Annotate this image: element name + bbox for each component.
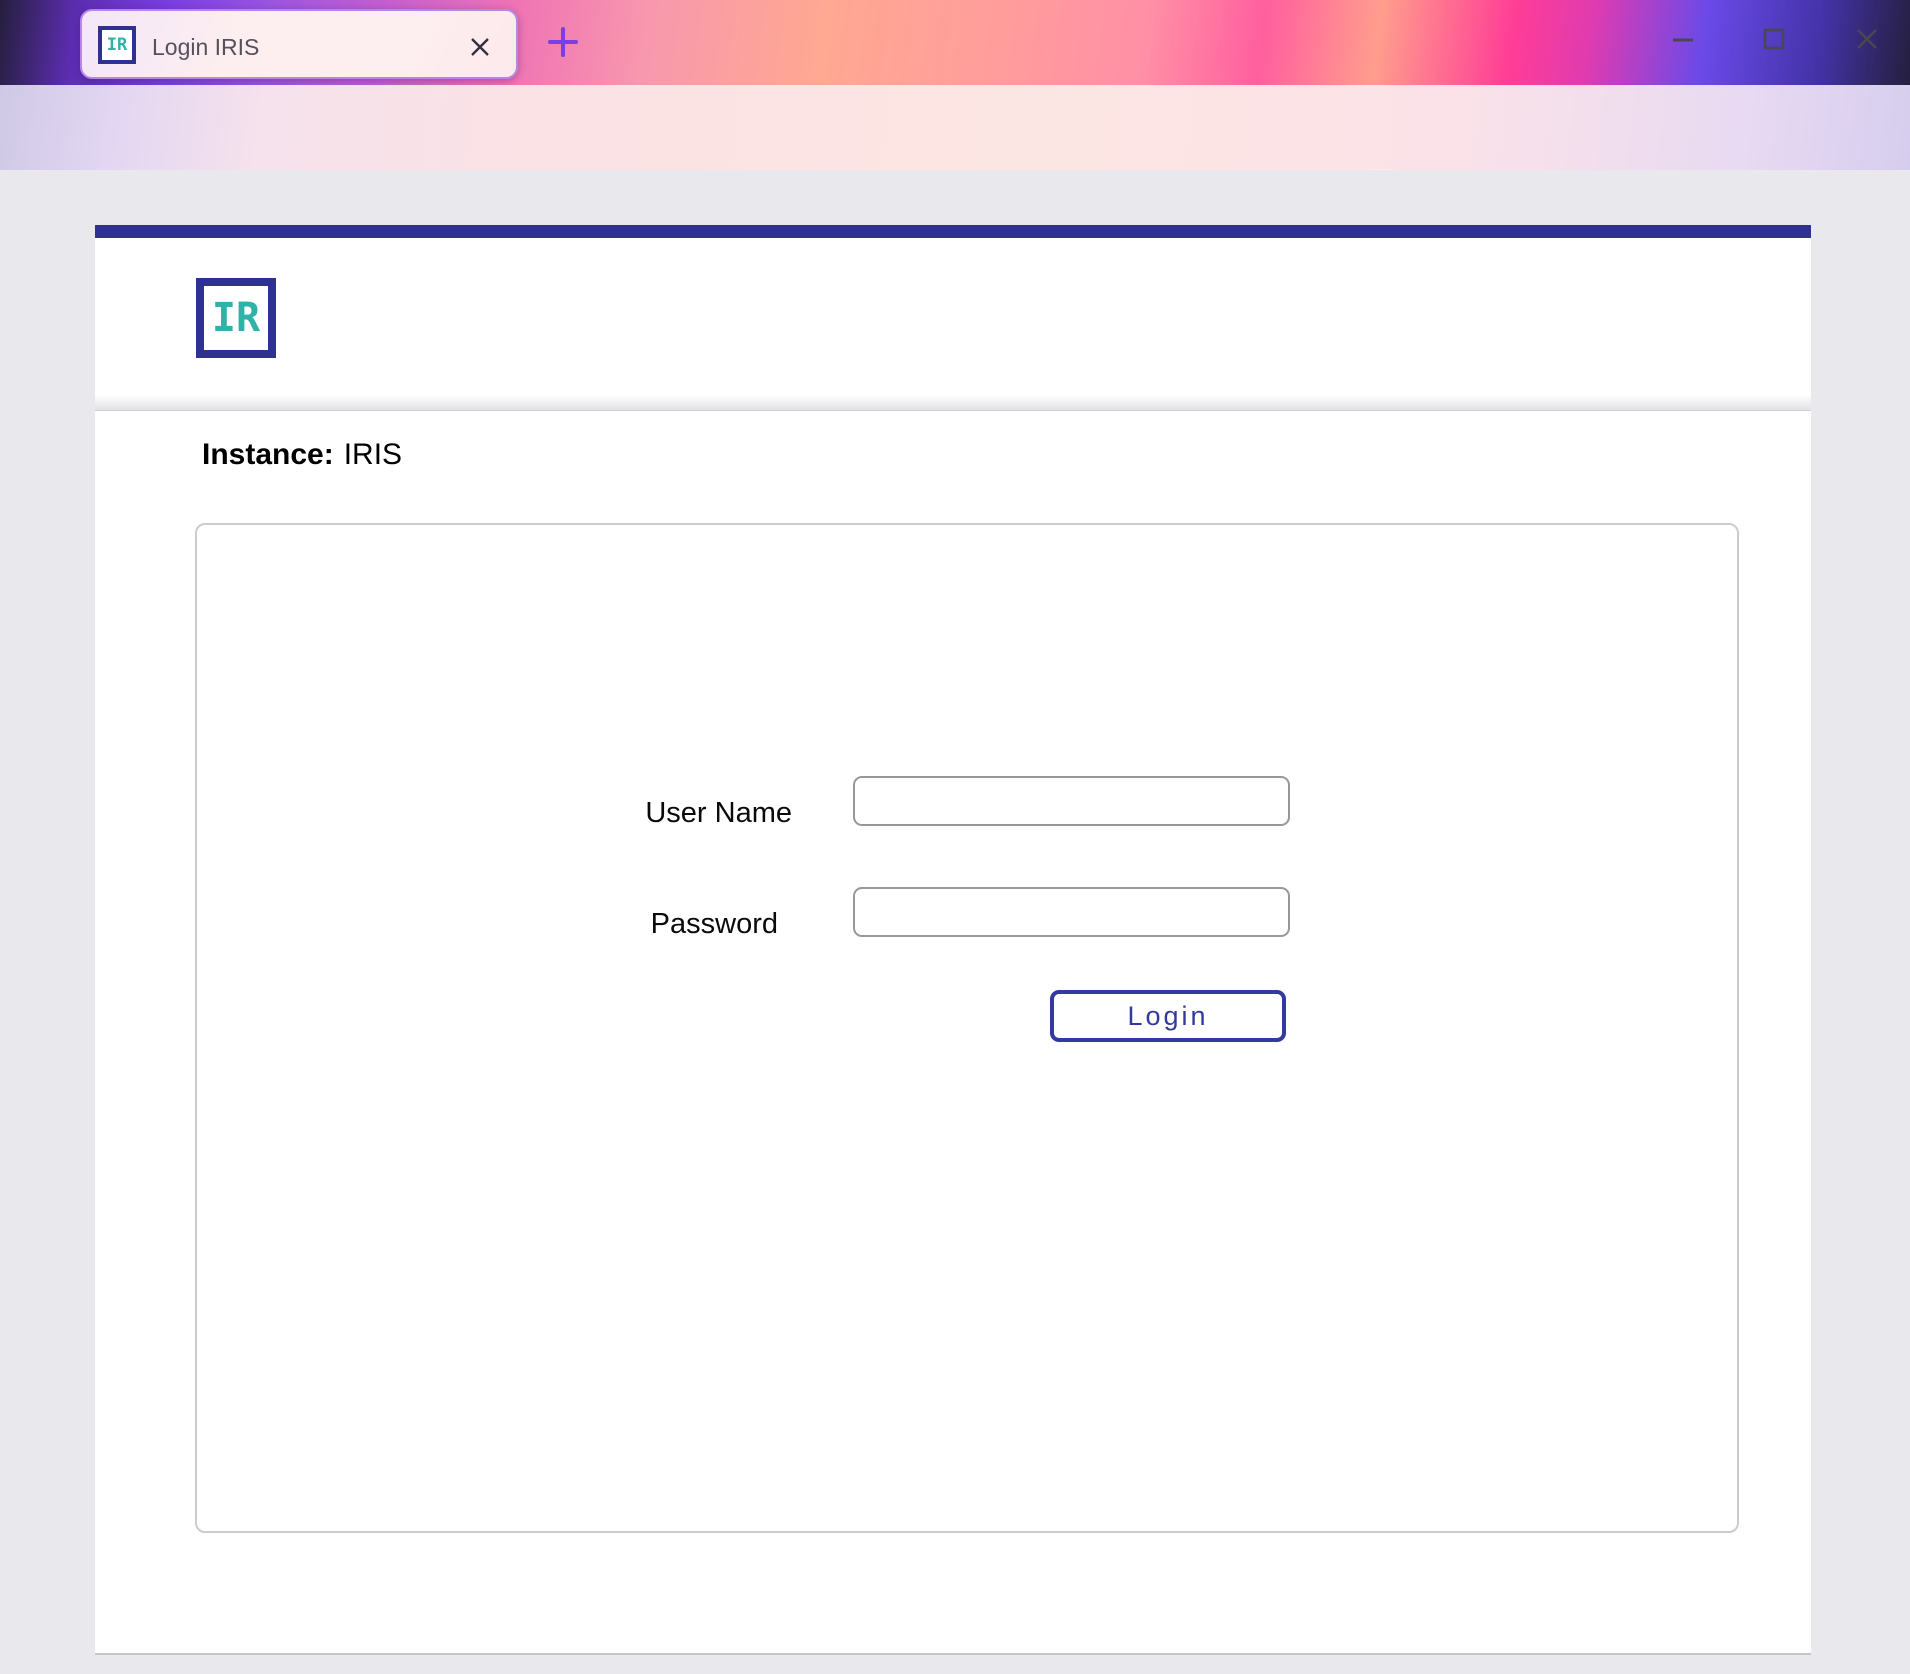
- instance-value: IRIS: [344, 438, 402, 471]
- login-button[interactable]: Login: [1050, 990, 1286, 1042]
- browser-tab-bar: IR Login IRIS: [0, 0, 1910, 85]
- instance-line: Instance: IRIS: [202, 438, 402, 472]
- tab-title: Login IRIS: [152, 34, 259, 61]
- password-label: Password: [197, 906, 778, 942]
- new-tab-button[interactable]: [545, 24, 581, 60]
- username-label: User Name: [197, 795, 792, 831]
- portal-panel: IR Instance: IRIS User Name Password Logi…: [95, 225, 1811, 1655]
- active-tab[interactable]: IR Login IRIS: [80, 9, 518, 79]
- instance-label: Instance:: [202, 438, 334, 471]
- tab-favicon: IR: [98, 26, 136, 64]
- login-form-panel: User Name Password Login: [195, 523, 1739, 1533]
- window-maximize-button[interactable]: [1753, 18, 1795, 60]
- password-input[interactable]: [853, 887, 1290, 937]
- portal-top-accent-bar: [95, 225, 1811, 238]
- username-input[interactable]: [853, 776, 1290, 826]
- window-close-button[interactable]: [1846, 18, 1888, 60]
- page-viewport: IR Instance: IRIS User Name Password Logi…: [0, 170, 1910, 1674]
- browser-nav-bar: localhost:52773/csp/sys/%25CSP.Portal.Ho…: [0, 85, 1910, 170]
- iris-logo: IR: [196, 278, 276, 358]
- header-separator: [95, 395, 1811, 411]
- tab-close-icon[interactable]: [468, 35, 492, 59]
- window-minimize-button[interactable]: [1662, 18, 1704, 60]
